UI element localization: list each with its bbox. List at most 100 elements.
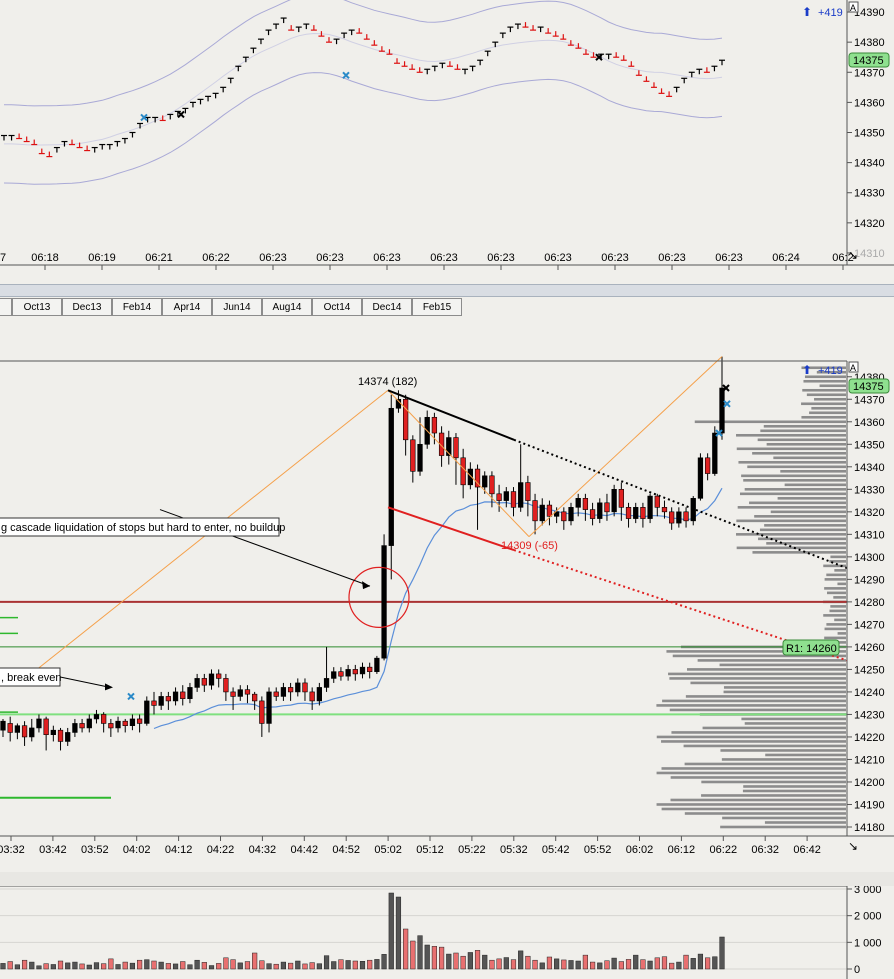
tab-oct14[interactable]: Oct14 xyxy=(312,298,362,316)
volume-bar xyxy=(273,963,279,970)
profile-bar xyxy=(834,569,846,572)
volume-bar xyxy=(43,963,49,970)
volume-bar xyxy=(496,958,502,970)
profile-bar xyxy=(669,708,846,712)
profile-bar xyxy=(749,501,846,505)
profile-bar xyxy=(656,803,846,806)
volume-bar xyxy=(467,952,473,970)
tab-apr14[interactable]: Apr14 xyxy=(162,298,212,316)
volume-bar xyxy=(381,954,387,970)
candle-body xyxy=(223,678,229,693)
candle-body xyxy=(165,696,172,702)
volume-bar xyxy=(208,965,215,970)
tab-jun14[interactable]: Jun14 xyxy=(212,298,262,316)
volume-bar xyxy=(280,961,286,970)
panel-splitter[interactable] xyxy=(0,284,894,297)
candle-body xyxy=(417,443,423,472)
y-tick-label: 14300 xyxy=(854,552,885,564)
volume-bar xyxy=(604,960,610,970)
volume-chart[interactable]: 3 000 2 000 1 000 0 xyxy=(0,886,894,979)
candle-body xyxy=(532,500,538,522)
profile-bar xyxy=(829,609,846,613)
profile-bar xyxy=(661,740,846,743)
y-tick-label: 14340 xyxy=(854,158,885,170)
tab-feb15[interactable]: Feb15 xyxy=(412,298,462,316)
candle-body xyxy=(683,511,689,522)
volume-bar xyxy=(712,956,718,970)
volume-bar xyxy=(359,961,366,970)
volume-bar xyxy=(0,963,6,970)
volume-bar xyxy=(266,963,272,970)
x-tick-label: 06:42 xyxy=(793,844,821,856)
volume-bar xyxy=(338,959,344,970)
tab-feb14[interactable]: Feb14 xyxy=(112,298,162,316)
candle-body xyxy=(108,723,114,729)
y-tick-label: 14190 xyxy=(854,799,885,811)
volume-bar xyxy=(14,964,20,970)
main-price-chart[interactable]: 1438014370143601435014340143301432014310… xyxy=(0,321,894,872)
profile-bar xyxy=(656,771,846,775)
y-tick-label: 14350 xyxy=(854,128,885,140)
volume-bar xyxy=(172,963,179,970)
candle-body xyxy=(187,687,193,699)
corner-marker[interactable]: A xyxy=(848,1,859,13)
volume-bar xyxy=(158,961,164,970)
candle-body xyxy=(273,691,279,697)
profile-bar xyxy=(827,591,846,595)
top-price-chart[interactable]: 14390 14380 14370 14360 14350 14340 14330 14320… xyxy=(0,0,894,284)
volume-bar xyxy=(403,928,409,970)
resize-arrow-icon[interactable]: ↘ xyxy=(848,248,858,262)
y-tick-label: 14370 xyxy=(854,67,885,79)
volume-bar xyxy=(482,954,488,970)
tab-dec14[interactable]: Dec14 xyxy=(362,298,412,316)
corner-marker[interactable]: A xyxy=(848,361,859,373)
resize-arrow-icon[interactable]: ↘ xyxy=(848,839,858,853)
volume-bar xyxy=(29,961,35,970)
x-tick-label: 05:22 xyxy=(458,844,486,856)
profile-bar xyxy=(780,470,846,473)
x-tick-label: 06:23 xyxy=(430,252,458,264)
volume-bar xyxy=(252,952,258,970)
profile-bar xyxy=(744,488,846,491)
candle-body xyxy=(568,507,574,522)
pnl-label: +419 xyxy=(818,365,843,377)
profile-bar xyxy=(801,402,846,406)
profile-bar xyxy=(671,731,846,734)
tab-dec13[interactable]: Dec13 xyxy=(62,298,112,316)
x-tick-label: 06:12 xyxy=(668,844,696,856)
y-tick-label: 2 000 xyxy=(854,911,882,923)
y-tick-label: 14270 xyxy=(854,619,885,631)
candle-body xyxy=(14,725,21,733)
volume-bar xyxy=(79,963,85,970)
candle-body xyxy=(381,545,387,659)
volume-bar xyxy=(618,961,624,970)
y-tick-label: 14310 xyxy=(854,248,885,260)
profile-bar xyxy=(824,587,846,590)
candle-body xyxy=(575,498,581,508)
volume-bar xyxy=(669,962,675,970)
tab-aug14[interactable]: Aug14 xyxy=(262,298,312,316)
profile-bar xyxy=(720,825,846,829)
volume-bar xyxy=(446,953,452,970)
tab-oct13[interactable]: Oct13 xyxy=(12,298,62,316)
annotation-box-2[interactable]: , break even xyxy=(0,667,62,687)
annotation-box-1[interactable]: g cascade liquidation of stops but hard … xyxy=(0,517,285,537)
candle-body xyxy=(72,723,78,733)
profile-bar xyxy=(656,735,846,739)
volume-bar xyxy=(151,960,157,970)
price-axis: 14390 14380 14370 14360 14350 14340 14330 14320… xyxy=(847,7,885,260)
profile-bar xyxy=(723,690,846,694)
profile-bar xyxy=(661,807,846,811)
tab-hidden[interactable] xyxy=(0,298,12,316)
volume-bar xyxy=(683,954,689,970)
volume-bar xyxy=(86,964,92,970)
x-tick-label: 06:22 xyxy=(710,844,738,856)
candle-body xyxy=(496,493,502,501)
candle-body xyxy=(661,507,668,513)
profile-bar xyxy=(738,461,846,464)
profile-bar xyxy=(834,618,846,622)
volume-bar xyxy=(719,936,725,970)
volume-bar xyxy=(144,959,150,970)
volume-bar xyxy=(647,960,653,970)
candle-body xyxy=(7,723,13,733)
